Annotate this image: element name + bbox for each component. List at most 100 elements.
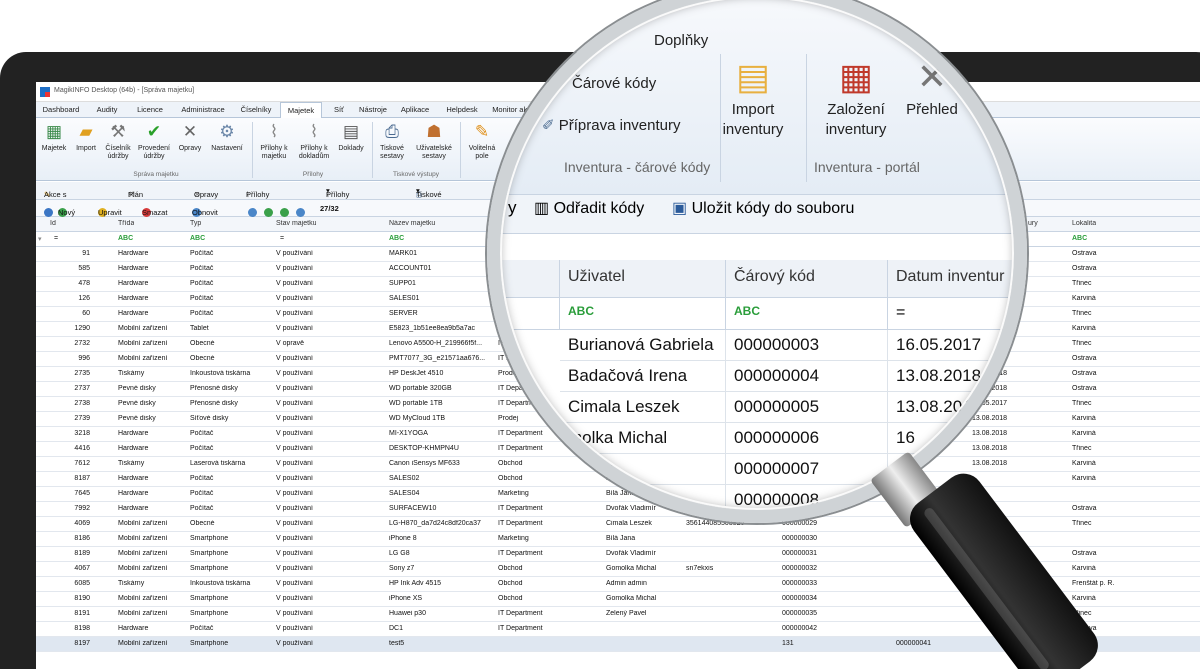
cell-typ: Počítač [190,475,214,482]
cell-lokalita: Karviná [1072,295,1096,302]
tab-ciselniky[interactable]: Číselníky [238,102,274,118]
cell-id: 8197 [74,640,90,647]
cell-stav: V používání [276,625,313,632]
tab-sit[interactable]: Síť [328,102,350,118]
volitelna-pole-button[interactable]: ✎ Volitelná pole [462,122,502,161]
cell-trida: Hardware [118,295,149,302]
cell-trida: Mobilní zařízení [118,355,168,362]
cell-id: 2738 [74,400,90,407]
tab-majetek[interactable]: Majetek [280,102,322,119]
filter-nazev[interactable]: ABC [389,235,404,242]
cell-lokalita: Třinec [1072,280,1092,287]
cell-nazev: Canon iSensys MF633 [389,460,460,467]
cell-id: 996 [78,355,90,362]
cell-stav: V používání [276,520,313,527]
cell-stav: V používání [276,280,313,287]
cell-trida: Mobilní zařízení [118,610,168,617]
nastaveni-button[interactable]: ⚙ Nastavení [208,122,246,153]
cell-lokalita: Ostrava [1072,385,1097,392]
cell-ser: 000000029 [782,520,818,527]
cell-oddeleni: Marketing [498,535,529,542]
ciselnik-udrzby-button[interactable]: ⚒ Číselník údržby [102,122,134,161]
col-header-nazev[interactable]: Název majetku [389,220,435,227]
tiskove-sestavy-button[interactable]: ⎙ Tiskové sestavy [374,122,410,161]
tab-nastroje[interactable]: Nástroje [356,102,390,118]
printer-icon: ⎙ [385,122,399,141]
cell-stav: V používání [276,400,313,407]
cell-ser: 000000030 [782,535,818,542]
paperclip-icon: ⌇ [269,122,279,141]
filter-lokalita[interactable]: ABC [1072,235,1087,242]
cell-nazev: LG-H870_da7d24c8df20ca37 [389,520,481,527]
col-header-stav[interactable]: Stav majetku [276,220,316,227]
cell-id: 2732 [74,340,90,347]
cell-typ: Tablet [190,325,209,332]
record-counter: 27/32 [320,204,339,213]
cell-nazev: SUPP01 [389,280,416,287]
import-button[interactable]: ▰ Import [72,122,100,153]
cell-oddeleni: Obchod [498,565,523,572]
uzivatelske-sestavy-button[interactable]: ☗ Uživatelské sestavy [412,122,456,161]
opravy-button[interactable]: ✕ Opravy [174,122,206,153]
cell-nazev: LG G8 [389,550,410,557]
cell-uzivatel: Zelený Pavel [606,610,647,617]
cell-typ: Obecné [190,520,215,527]
cell-nazev: ACCOUNT01 [389,265,432,272]
stage: MagikINFO Desktop (64b) - [Správa majetk… [0,0,1200,669]
tab-aplikace[interactable]: Aplikace [398,102,432,118]
col-header-datum-inventury[interactable]: ury [1028,220,1038,227]
cell-stav: V používání [276,370,313,377]
cell-trida: Hardware [118,490,149,497]
cell-stav: V používání [276,430,313,437]
cell-id: 8198 [74,625,90,632]
folder-icon: ▰ [79,122,93,141]
tab-helpdesk[interactable]: Helpdesk [444,102,480,118]
cell-trida: Pevné disky [118,400,156,407]
cell-lokalita: Karviná [1072,460,1096,467]
table-row[interactable]: 4069 Mobilní zařízení Obecné V používání LG-… [36,517,1200,532]
cell-uzivatel: Gomolka Michal [606,565,657,572]
cell-trida: Tiskárny [118,460,145,467]
cell-stav: V používání [276,535,313,542]
group-label-prilohy: Přílohy [302,171,324,178]
prilohy-k-dokladu-action[interactable]: ⌇ Přílohy k dokladu ▾ [326,186,352,217]
tab-audity[interactable]: Audity [92,102,122,118]
tab-dashboard[interactable]: Dashboard [40,102,82,118]
cell-lokalita: Karviná [1072,475,1096,482]
cell-trida: Hardware [118,265,149,272]
cell-lokalita: Ostrava [1072,250,1097,257]
user-report-icon: ☗ [426,122,442,141]
cell-stav: V používání [276,265,313,272]
group-separator [372,122,373,178]
col-header-lokalita[interactable]: Lokalita [1072,220,1096,227]
filter-typ[interactable]: ABC [190,235,205,242]
doklady-button[interactable]: ▤ Doklady [334,122,368,153]
filter-id[interactable]: = [54,235,58,242]
tab-licence[interactable]: Licence [132,102,168,118]
provedeni-udrzby-button[interactable]: ✔ Provedení údržby [136,122,172,161]
cell-trida: Pevné disky [118,415,156,422]
tiskove-sestavy-action[interactable]: ⎙ Tiskové sestavy ▾ [416,186,442,208]
cell-nazev: Sony z7 [389,565,415,572]
cell-c1: 000000041 [896,640,932,647]
cell-trida: Mobilní zařízení [118,595,168,602]
cell-id: 8186 [74,535,90,542]
cell-typ: Počítač [190,280,214,287]
cell-lokalita: Ostrava [1072,370,1097,377]
filter-stav[interactable]: = [280,235,284,242]
prilohy-k-dokladum-button[interactable]: ⌇ Přílohy k dokladům [294,122,334,161]
cell-ser: 131 [782,640,794,647]
filter-trida[interactable]: ABC [118,235,133,242]
majetek-button[interactable]: ▦ Majetek [38,122,70,153]
tab-administrace[interactable]: Administrace [178,102,228,118]
cell-stav: V používání [276,295,313,302]
cell-uzivatel: Admin admin [606,580,647,587]
cell-nazev: DC1 [389,625,404,632]
col-header-id[interactable]: Id [50,220,56,227]
cell-stav: V používání [276,385,313,392]
prilohy-k-majetku-button[interactable]: ⌇ Přílohy k majetku [256,122,292,161]
cell-trida: Hardware [118,280,149,287]
col-header-trida[interactable]: Třída [118,220,134,227]
cell-typ: Počítač [190,490,214,497]
col-header-typ[interactable]: Typ [190,220,201,227]
